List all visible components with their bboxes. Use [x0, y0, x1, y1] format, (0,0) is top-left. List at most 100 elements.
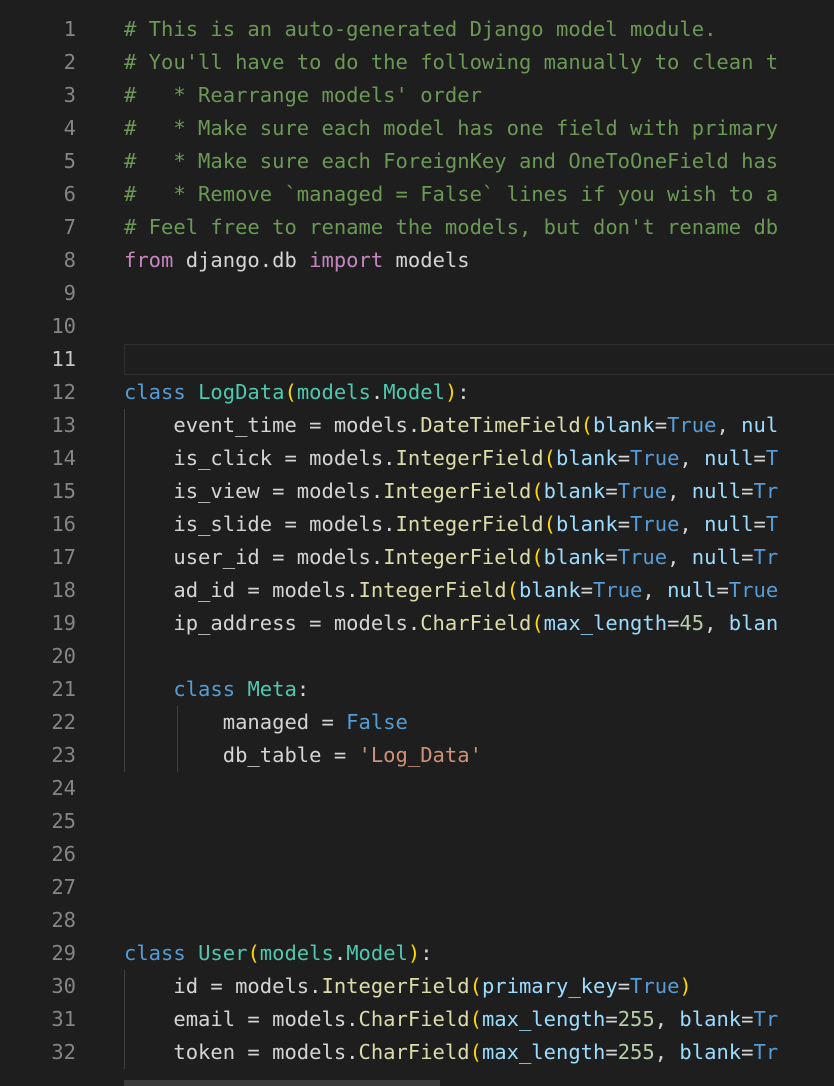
code-line[interactable]: 1 # This is an auto-generated Django mode… [0, 13, 834, 46]
code-line[interactable]: 17 user_id = models.IntegerField(blank=T… [0, 541, 834, 574]
code-text[interactable]: # * Make sure each model has one field w… [124, 112, 778, 145]
code-text[interactable]: # * Make sure each ForeignKey and OneToO… [124, 145, 778, 178]
code-line[interactable]: 2 # You'll have to do the following manua… [0, 46, 834, 79]
code-line[interactable]: 20 [0, 640, 834, 673]
line-number: 8 [63, 248, 76, 272]
code-token: ( [506, 578, 519, 602]
indent-guide [124, 640, 125, 673]
code-token: True [617, 545, 668, 569]
code-token: models [383, 248, 470, 272]
code-text[interactable]: managed = False [124, 706, 408, 739]
code-text[interactable]: class User(models.Model): [124, 937, 433, 970]
code-token: IntegerField [383, 479, 532, 503]
code-text[interactable]: # * Rearrange models' order [124, 79, 482, 112]
code-token: = [605, 1007, 618, 1031]
code-token: ad_id = models. [124, 578, 359, 602]
code-text[interactable]: email = models.CharField(max_length=255,… [124, 1003, 778, 1036]
code-line[interactable]: 6 # * Remove `managed = False` lines if y… [0, 178, 834, 211]
code-token: ( [247, 941, 260, 965]
code-token: True [630, 974, 680, 998]
code-token: = [580, 578, 594, 602]
code-token: blank [543, 545, 606, 569]
line-number: 22 [51, 710, 76, 734]
code-token: Model [346, 941, 408, 965]
code-token: class [124, 941, 186, 965]
code-line[interactable]: 10 [0, 310, 834, 343]
code-text[interactable]: # This is an auto-generated Django model… [124, 13, 716, 46]
code-token: Model [383, 380, 445, 404]
line-number: 29 [51, 941, 76, 965]
code-line[interactable]: 8 from django.db import models [0, 244, 834, 277]
code-line[interactable]: 23 db_table = 'Log_Data' [0, 739, 834, 772]
line-number: 14 [51, 446, 76, 470]
code-token: DateTimeField [420, 413, 581, 437]
code-line[interactable]: 24 [0, 772, 834, 805]
code-line[interactable]: 11 [0, 343, 834, 376]
code-token: IntegerField [383, 545, 532, 569]
code-line[interactable]: 4 # * Make sure each model has one field … [0, 112, 834, 145]
code-editor[interactable]: 1 # This is an auto-generated Django mode… [0, 0, 834, 1086]
code-line[interactable]: 9 [0, 277, 834, 310]
horizontal-scrollbar-thumb[interactable] [124, 1080, 440, 1086]
code-line[interactable]: 5 # * Make sure each ForeignKey and OneTo… [0, 145, 834, 178]
code-text[interactable]: token = models.CharField(max_length=255,… [124, 1036, 778, 1069]
code-token: blank [555, 512, 618, 536]
code-token: T [765, 512, 779, 536]
code-line[interactable]: 14 is_click = models.IntegerField(blank=… [0, 442, 834, 475]
code-token: True [630, 446, 680, 470]
code-token: user_id = models. [124, 545, 384, 569]
code-line[interactable]: 32 token = models.CharField(max_length=2… [0, 1036, 834, 1069]
line-number: 20 [51, 644, 76, 668]
code-line[interactable]: 19 ip_address = models.CharField(max_len… [0, 607, 834, 640]
code-text[interactable]: # Feel free to rename the models, but do… [124, 211, 778, 244]
code-text[interactable]: db_table = 'Log_Data' [124, 739, 482, 772]
line-number: 26 [51, 842, 76, 866]
code-token: Tr [753, 479, 779, 503]
code-line[interactable]: 31 email = models.CharField(max_length=2… [0, 1003, 834, 1036]
code-token: True [630, 512, 680, 536]
code-token: blank [593, 413, 655, 437]
code-text[interactable]: ip_address = models.CharField(max_length… [124, 607, 778, 640]
code-line[interactable]: 30 id = models.IntegerField(primary_key=… [0, 970, 834, 1003]
code-text[interactable]: is_click = models.IntegerField(blank=Tru… [124, 442, 778, 475]
line-number: 25 [51, 809, 76, 833]
code-line[interactable]: 16 is_slide = models.IntegerField(blank=… [0, 508, 834, 541]
code-line[interactable]: 12 class LogData(models.Model): [0, 376, 834, 409]
line-number: 5 [63, 149, 76, 173]
code-token: max_length [543, 611, 668, 635]
code-text[interactable]: event_time = models.DateTimeField(blank=… [124, 409, 778, 442]
code-token: = [741, 479, 754, 503]
code-token: ( [531, 611, 544, 635]
code-line[interactable]: 3 # * Rearrange models' order [0, 79, 834, 112]
code-line[interactable]: 29 class User(models.Model): [0, 937, 834, 970]
code-text[interactable]: # You'll have to do the following manual… [124, 46, 778, 79]
line-number: 2 [63, 50, 76, 74]
code-text[interactable]: id = models.IntegerField(primary_key=Tru… [124, 970, 691, 1003]
code-line[interactable]: 7 # Feel free to rename the models, but d… [0, 211, 834, 244]
code-line[interactable]: 21 class Meta: [0, 673, 834, 706]
code-text[interactable]: is_view = models.IntegerField(blank=True… [124, 475, 778, 508]
code-text[interactable]: class Meta: [124, 673, 309, 706]
code-token: ( [469, 1040, 482, 1064]
code-token: django.db [173, 248, 310, 272]
code-token: null [704, 512, 754, 536]
code-text[interactable]: ad_id = models.IntegerField(blank=True, … [124, 574, 778, 607]
code-line[interactable]: 18 ad_id = models.IntegerField(blank=Tru… [0, 574, 834, 607]
code-line[interactable]: 13 event_time = models.DateTimeField(bla… [0, 409, 834, 442]
code-text[interactable]: user_id = models.IntegerField(blank=True… [124, 541, 778, 574]
code-token: 255 [617, 1040, 655, 1064]
code-line[interactable]: 22 managed = False [0, 706, 834, 739]
code-line[interactable]: 26 [0, 838, 834, 871]
code-line[interactable]: 15 is_view = models.IntegerField(blank=T… [0, 475, 834, 508]
code-token: # You'll have to do the following manual… [124, 50, 779, 74]
code-text[interactable]: is_slide = models.IntegerField(blank=Tru… [124, 508, 778, 541]
code-line[interactable]: 28 [0, 904, 834, 937]
code-line[interactable]: 27 [0, 871, 834, 904]
code-lines[interactable]: 1 # This is an auto-generated Django mode… [0, 13, 834, 1069]
code-token: = [667, 611, 680, 635]
code-text[interactable]: from django.db import models [124, 244, 470, 277]
code-text[interactable]: # * Remove `managed = False` lines if yo… [124, 178, 778, 211]
code-text[interactable]: class LogData(models.Model): [124, 376, 470, 409]
code-line[interactable]: 25 [0, 805, 834, 838]
code-token: blank [555, 446, 618, 470]
